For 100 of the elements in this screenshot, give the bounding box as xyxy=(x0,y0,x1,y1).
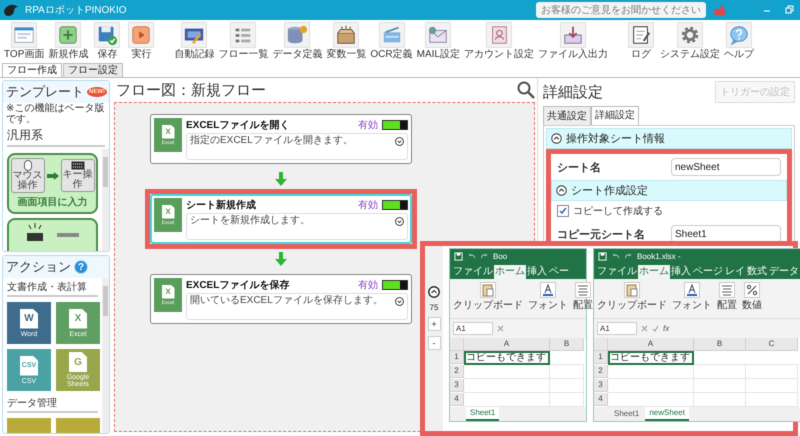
ribbon-group-button[interactable]: 配置 xyxy=(573,282,593,312)
keyboard-icon xyxy=(70,161,84,170)
scrollbar[interactable] xyxy=(102,149,109,251)
ribbon-tab[interactable]: 数式 xyxy=(746,265,768,279)
zoom-in-button[interactable]: + xyxy=(428,317,440,331)
font-color-icon xyxy=(684,282,700,298)
tab[interactable]: フロー設定 xyxy=(63,63,123,77)
toolbar-button[interactable]: ヘルプ xyxy=(724,22,754,60)
panel-title: テンプレート xyxy=(6,83,84,101)
ribbon-tab[interactable]: 挿入 xyxy=(526,265,548,279)
tab[interactable]: フロー作成 xyxy=(2,63,62,77)
play-icon xyxy=(128,22,154,48)
restore-icon[interactable] xyxy=(784,5,794,15)
grid-cell[interactable] xyxy=(746,379,798,393)
corner-cell[interactable] xyxy=(450,338,464,351)
ribbon-group-button[interactable]: フォント xyxy=(528,282,568,312)
toolbar-button[interactable]: OCR定義 xyxy=(370,22,413,60)
sheet-tab[interactable]: newSheet xyxy=(645,407,689,421)
collapse-icon[interactable] xyxy=(551,133,562,144)
enable-toggle[interactable] xyxy=(382,200,408,210)
grid-cell[interactable] xyxy=(464,365,550,379)
toolbar-button[interactable]: データ定義 xyxy=(272,22,322,60)
row-header: 1 xyxy=(594,351,608,364)
ribbon-tab[interactable]: ページ xyxy=(692,265,724,279)
section-header[interactable]: シート作成設定 xyxy=(551,180,787,201)
row-header: 4 xyxy=(450,393,464,406)
enable-toggle[interactable] xyxy=(382,120,408,130)
template-card[interactable]: マウス操作 キー操作 画面項目に入力 xyxy=(7,153,98,214)
checkbox[interactable] xyxy=(557,205,569,217)
toolbar-button[interactable]: MAIL設定 xyxy=(416,22,460,60)
grid-cell[interactable] xyxy=(464,379,550,393)
action-tile[interactable] xyxy=(56,418,100,433)
flow-title: フロー図：新規フロー xyxy=(116,80,266,100)
checkbox-label: コピーして作成する xyxy=(573,204,663,218)
toolbar-button[interactable]: 自動記録 xyxy=(174,22,214,60)
section-header[interactable]: 操作対象シート情報 xyxy=(546,128,792,149)
help-icon xyxy=(726,22,752,48)
zoom-reset-icon[interactable] xyxy=(428,286,440,298)
panel-title: アクション xyxy=(6,258,71,276)
ribbon-group-button[interactable]: 配置 xyxy=(717,282,737,312)
toolbar-button[interactable]: 新規作成 xyxy=(48,22,88,60)
toolbar-button[interactable]: システム設定 xyxy=(660,22,720,60)
ribbon-group-button[interactable]: クリップボード xyxy=(453,282,523,312)
toolbar-button[interactable]: TOP画面 xyxy=(4,22,44,60)
toolbar-button[interactable]: アカウント設定 xyxy=(464,22,534,60)
grid-cell[interactable] xyxy=(694,365,746,379)
check-icon xyxy=(652,325,659,332)
enable-toggle[interactable] xyxy=(382,280,408,290)
node-title: EXCELファイルを保存 xyxy=(186,278,290,292)
ribbon-group-button[interactable]: フォント xyxy=(672,282,712,312)
ribbon-group-button[interactable]: クリップボード xyxy=(597,282,667,312)
grid-cell[interactable] xyxy=(694,379,746,393)
action-tile[interactable] xyxy=(7,418,51,433)
feedback-link[interactable]: お客様のご意見をお聞かせください xyxy=(536,2,706,18)
grid-cell[interactable] xyxy=(746,365,798,379)
ribbon-tab[interactable]: レイ xyxy=(724,265,746,279)
expand-icon[interactable] xyxy=(395,217,404,226)
cancel-icon xyxy=(497,325,504,332)
settings-icon xyxy=(676,22,703,48)
toolbar-button[interactable]: ファイル入出力 xyxy=(538,22,608,60)
ribbon-tab[interactable]: 挿入 xyxy=(670,265,692,279)
name-box[interactable]: A1 xyxy=(453,322,493,335)
down-arrow-icon xyxy=(275,172,287,186)
toolbar-button[interactable]: 保存 xyxy=(92,22,122,60)
name-box[interactable]: A1 xyxy=(597,322,637,335)
ribbon-tab[interactable]: ホーム xyxy=(638,265,670,279)
tab[interactable]: 詳細設定 xyxy=(591,106,639,125)
grid-cell[interactable] xyxy=(550,379,584,393)
cancel-icon xyxy=(641,325,648,332)
node-title: シート新規作成 xyxy=(186,198,256,212)
ribbon-tab[interactable]: ファイル xyxy=(596,265,638,279)
ribbon-tab[interactable]: データ xyxy=(768,265,800,279)
ribbon-tab[interactable]: ペー xyxy=(548,265,570,279)
ribbon-tab[interactable]: ホーム xyxy=(494,265,526,279)
column-header: A xyxy=(464,338,550,351)
zoom-out-button[interactable]: - xyxy=(428,336,440,350)
sheet-tab[interactable]: Sheet1 xyxy=(466,407,500,421)
expand-icon[interactable] xyxy=(395,137,404,146)
ribbon-group-button[interactable]: 数値 xyxy=(742,282,762,312)
node-description: 指定のEXCELファイルを開きます。 xyxy=(186,133,408,160)
collapse-icon[interactable] xyxy=(556,185,567,196)
ribbon-tab[interactable]: ファイル xyxy=(452,265,494,279)
scrollbar[interactable] xyxy=(102,278,109,433)
expand-icon[interactable] xyxy=(395,297,404,306)
grid-cell[interactable] xyxy=(550,365,584,379)
corner-cell[interactable] xyxy=(594,338,608,351)
row-header: 2 xyxy=(594,365,608,378)
grid-cell[interactable] xyxy=(608,379,694,393)
search-icon[interactable] xyxy=(517,81,535,99)
tab[interactable]: 共通設定 xyxy=(543,106,591,125)
text-field[interactable]: newSheet xyxy=(671,158,781,176)
toolbar-button[interactable]: 実行 xyxy=(126,22,156,60)
toolbar-button[interactable]: フロー一覧 xyxy=(218,22,268,60)
node-description: シートを新規作成します。 xyxy=(186,213,408,240)
logo-icon xyxy=(3,3,19,17)
sheet-tab[interactable]: Sheet1 xyxy=(610,408,644,420)
clipboard-icon xyxy=(480,282,496,298)
toolbar-button[interactable]: 変数一覧 xyxy=(326,22,366,60)
toolbar-button[interactable]: ログ xyxy=(626,22,656,60)
grid-cell[interactable] xyxy=(608,365,694,379)
